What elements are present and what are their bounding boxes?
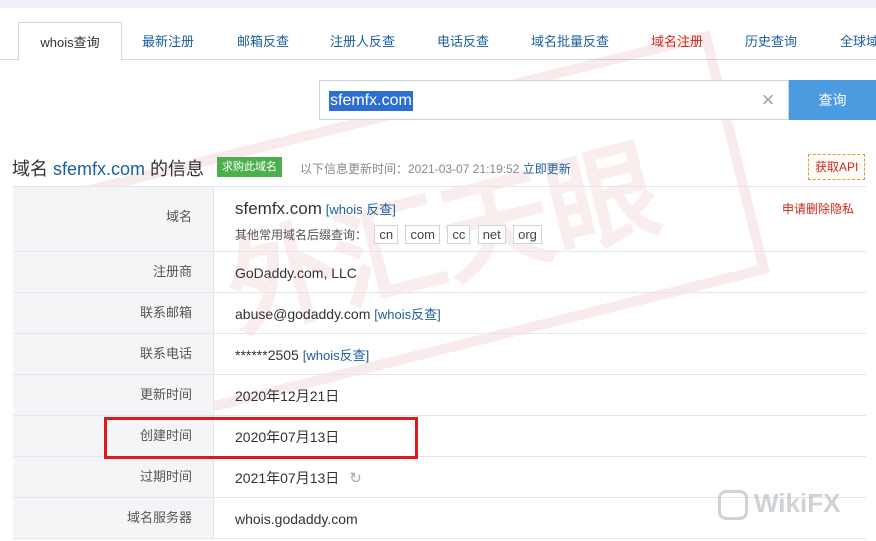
table-row-expires: 过期时间 2021年07月13日 ↻ [13, 457, 866, 498]
row-label: 域名 [13, 187, 214, 251]
top-strip [0, 0, 876, 8]
buy-domain-badge[interactable]: 求购此域名 [217, 157, 282, 177]
refresh-icon[interactable]: ↻ [349, 458, 362, 500]
tab-email-reverse[interactable]: 邮箱反查 [237, 22, 289, 60]
row-value: ******2505 [whois反查] [235, 334, 369, 374]
tab-whois[interactable]: whois查询 [18, 22, 122, 61]
page-title: 域名 sfemfx.com 的信息 [12, 155, 204, 181]
table-row-created: 创建时间 2020年07月13日 [13, 416, 866, 457]
email-value: abuse@godaddy.com [235, 306, 371, 322]
suffix-org[interactable]: org [513, 225, 542, 244]
title-domain: sfemfx.com [53, 159, 146, 179]
table-row-updated: 更新时间 2020年12月21日 [13, 375, 866, 416]
row-value: 2021年07月13日 ↻ [235, 457, 362, 497]
get-api-button[interactable]: 获取API [808, 154, 866, 180]
domain-value: sfemfx.com [235, 199, 322, 218]
tab-latest-registered[interactable]: 最新注册 [142, 22, 194, 60]
table-row-domain: 域名 sfemfx.com [whois 反查] 其他常用域名后缀查询： cn … [13, 187, 866, 252]
whois-info-table: 域名 sfemfx.com [whois 反查] 其他常用域名后缀查询： cn … [13, 186, 866, 539]
email-whois-reverse-link[interactable]: [whois反查] [374, 307, 440, 322]
row-label: 更新时间 [13, 375, 214, 415]
suffix-label: 其他常用域名后缀查询： [235, 228, 368, 242]
tab-batch-reverse[interactable]: 域名批量反查 [531, 22, 609, 60]
search-input-value[interactable]: sfemfx.com [329, 91, 413, 111]
row-value: abuse@godaddy.com [whois反查] [235, 293, 441, 333]
row-label: 过期时间 [13, 457, 214, 497]
expires-value: 2021年07月13日 [235, 470, 340, 486]
nameserver-value: whois.godaddy.com [235, 511, 358, 527]
table-row-nameserver: 域名服务器 whois.godaddy.com [13, 498, 866, 539]
registrar-value: GoDaddy.com, LLC [235, 265, 357, 281]
search-button[interactable]: 查询 [789, 80, 876, 120]
updated-value: 2020年12月21日 [235, 388, 340, 404]
suffix-line: 其他常用域名后缀查询： cn com cc net org [235, 225, 542, 244]
phone-value: ******2505 [235, 347, 299, 363]
tab-phone-reverse[interactable]: 电话反查 [437, 22, 489, 60]
created-value: 2020年07月13日 [235, 429, 340, 445]
row-label: 注册商 [13, 252, 214, 292]
row-label: 联系邮箱 [13, 293, 214, 333]
suffix-net[interactable]: net [477, 225, 506, 244]
suffix-cn[interactable]: cn [374, 225, 399, 244]
whois-reverse-link[interactable]: [whois 反查] [326, 202, 396, 217]
tab-bar: whois查询 最新注册 邮箱反查 注册人反查 电话反查 域名批量反查 域名注册… [0, 22, 876, 61]
phone-whois-reverse-link[interactable]: [whois反查] [303, 348, 369, 363]
tab-history[interactable]: 历史查询 [745, 22, 797, 60]
tab-global-domain[interactable]: 全球域 [840, 22, 876, 60]
clear-icon[interactable]: × [758, 89, 778, 111]
table-row-phone: 联系电话 ******2505 [whois反查] [13, 334, 866, 375]
tab-domain-register[interactable]: 域名注册 [651, 22, 703, 60]
table-row-email: 联系邮箱 abuse@godaddy.com [whois反查] [13, 293, 866, 334]
update-now-link[interactable]: 立即更新 [523, 162, 571, 176]
row-label: 创建时间 [13, 416, 214, 456]
row-label: 域名服务器 [13, 498, 214, 538]
update-time-text: 以下信息更新时间：2021-03-07 21:19:52 [300, 162, 520, 176]
title-prefix: 域名 [12, 159, 48, 179]
search-input[interactable]: sfemfx.com × [319, 80, 789, 120]
title-suffix: 的信息 [150, 159, 205, 179]
suffix-com[interactable]: com [405, 225, 440, 244]
row-label: 联系电话 [13, 334, 214, 374]
update-info: 以下信息更新时间：2021-03-07 21:19:52 立即更新 [300, 160, 571, 177]
delete-privacy-link[interactable]: 申请删除隐私 [782, 200, 854, 217]
tab-registrant-reverse[interactable]: 注册人反查 [330, 22, 395, 60]
suffix-cc[interactable]: cc [447, 225, 471, 244]
table-row-registrar: 注册商 GoDaddy.com, LLC [13, 252, 866, 293]
